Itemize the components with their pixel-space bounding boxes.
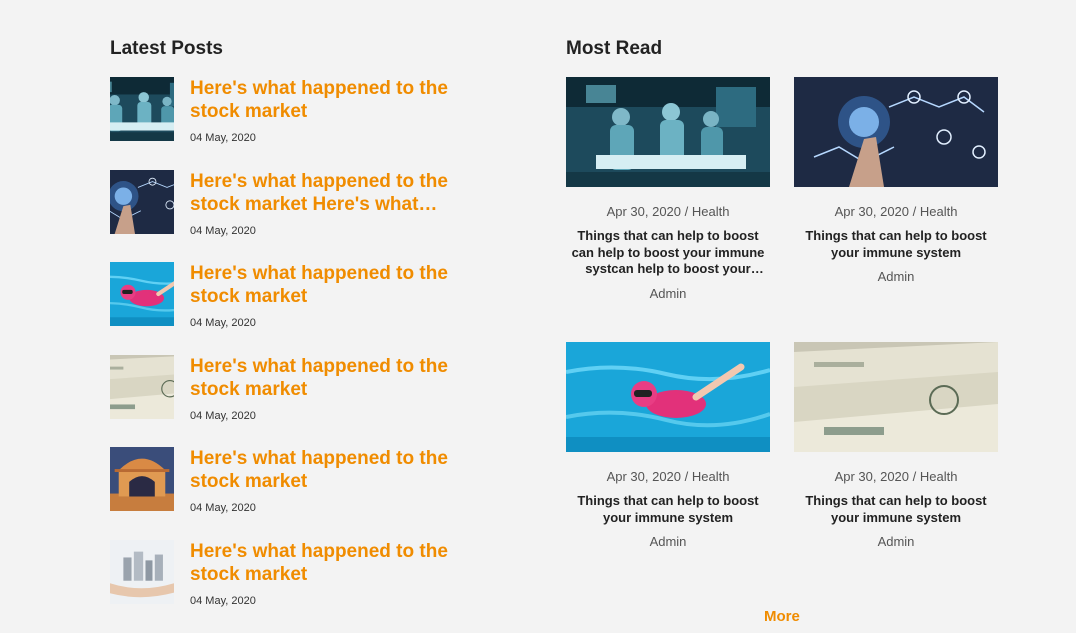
- most-read-card-image[interactable]: [794, 342, 998, 452]
- latest-post-item[interactable]: Here's what happened to the stock market…: [110, 539, 470, 633]
- most-read-card-author: Admin: [877, 269, 915, 284]
- latest-post-item[interactable]: Here's what happened to the stock market…: [110, 77, 470, 170]
- most-read-card-image[interactable]: [566, 77, 770, 187]
- most-read-card-title[interactable]: Things that can help to boost can help t…: [570, 228, 766, 278]
- most-read-card-meta: Apr 30, 2020 / Health: [606, 204, 730, 219]
- most-read-card-author: Admin: [877, 534, 915, 549]
- latest-post-thumbnail[interactable]: [110, 77, 174, 141]
- surgery-room-image: [566, 77, 770, 187]
- latest-post-date: 04 May, 2020: [190, 132, 256, 144]
- dollar-bills-image: [110, 354, 174, 419]
- latest-post-item[interactable]: Here's what happened to the stock market…: [110, 447, 470, 540]
- digital-tech-image: [110, 169, 174, 234]
- most-read-card-title[interactable]: Things that can help to boost your immun…: [570, 493, 766, 526]
- latest-post-item[interactable]: Here's what happened to the stock market…: [110, 354, 470, 448]
- more-link[interactable]: More: [764, 608, 800, 625]
- latest-posts-list: Here's what happened to the stock market…: [110, 77, 470, 633]
- most-read-card-meta: Apr 30, 2020 / Health: [834, 204, 958, 219]
- latest-post-date: 04 May, 2020: [190, 594, 256, 607]
- most-read-card-title[interactable]: Things that can help to boost your immun…: [798, 493, 994, 526]
- most-read-heading: Most Read: [566, 38, 663, 59]
- swimmer-image: [566, 342, 770, 452]
- latest-post-title[interactable]: Here's what happened to the stock market: [190, 447, 470, 493]
- most-read-card-meta: Apr 30, 2020 / Health: [606, 469, 730, 484]
- most-read-card-meta: Apr 30, 2020 / Health: [834, 469, 958, 484]
- most-read-card: Apr 30, 2020 / Health Things that can hel…: [794, 342, 998, 549]
- latest-post-title[interactable]: Here's what happened to the stock market: [190, 540, 470, 586]
- latest-post-date: 04 May, 2020: [190, 502, 256, 515]
- most-read-card-title[interactable]: Things that can help to boost your immun…: [798, 228, 994, 261]
- latest-post-title[interactable]: Here's what happened to the stock market: [190, 262, 470, 308]
- most-read-card-image[interactable]: [566, 342, 770, 452]
- city-in-hand-image: [110, 539, 174, 604]
- latest-post-thumbnail[interactable]: [110, 169, 174, 234]
- dollar-bills-image: [794, 342, 998, 452]
- latest-post-title[interactable]: Here's what happened to the stock market…: [190, 170, 470, 216]
- most-read-card-author: Admin: [649, 285, 687, 301]
- most-read-card: Apr 30, 2020 / Health Things that can hel…: [794, 77, 998, 284]
- swimmer-image: [110, 262, 174, 327]
- latest-post-title[interactable]: Here's what happened to the stock market: [190, 355, 470, 401]
- latest-post-date: 04 May, 2020: [190, 409, 256, 422]
- latest-post-item[interactable]: Here's what happened to the stock market…: [110, 169, 470, 263]
- latest-post-thumbnail[interactable]: [110, 539, 174, 604]
- latest-post-title[interactable]: Here's what happened to the stock market: [190, 77, 470, 123]
- latest-posts-heading: Latest Posts: [110, 38, 223, 59]
- latest-post-thumbnail[interactable]: [110, 262, 174, 327]
- latest-post-thumbnail[interactable]: [110, 447, 174, 512]
- latest-post-item[interactable]: Here's what happened to the stock market…: [110, 262, 470, 355]
- most-read-card-author: Admin: [649, 534, 687, 549]
- latest-post-date: 04 May, 2020: [190, 224, 256, 237]
- most-read-card: Apr 30, 2020 / Health Things that can hel…: [566, 77, 770, 301]
- most-read-card: Apr 30, 2020 / Health Things that can hel…: [566, 342, 770, 549]
- digital-tech-image: [794, 77, 998, 187]
- temple-image: [110, 447, 174, 512]
- surgery-room-image: [110, 77, 174, 141]
- latest-post-thumbnail[interactable]: [110, 354, 174, 419]
- most-read-card-image[interactable]: [794, 77, 998, 187]
- latest-post-date: 04 May, 2020: [190, 317, 256, 330]
